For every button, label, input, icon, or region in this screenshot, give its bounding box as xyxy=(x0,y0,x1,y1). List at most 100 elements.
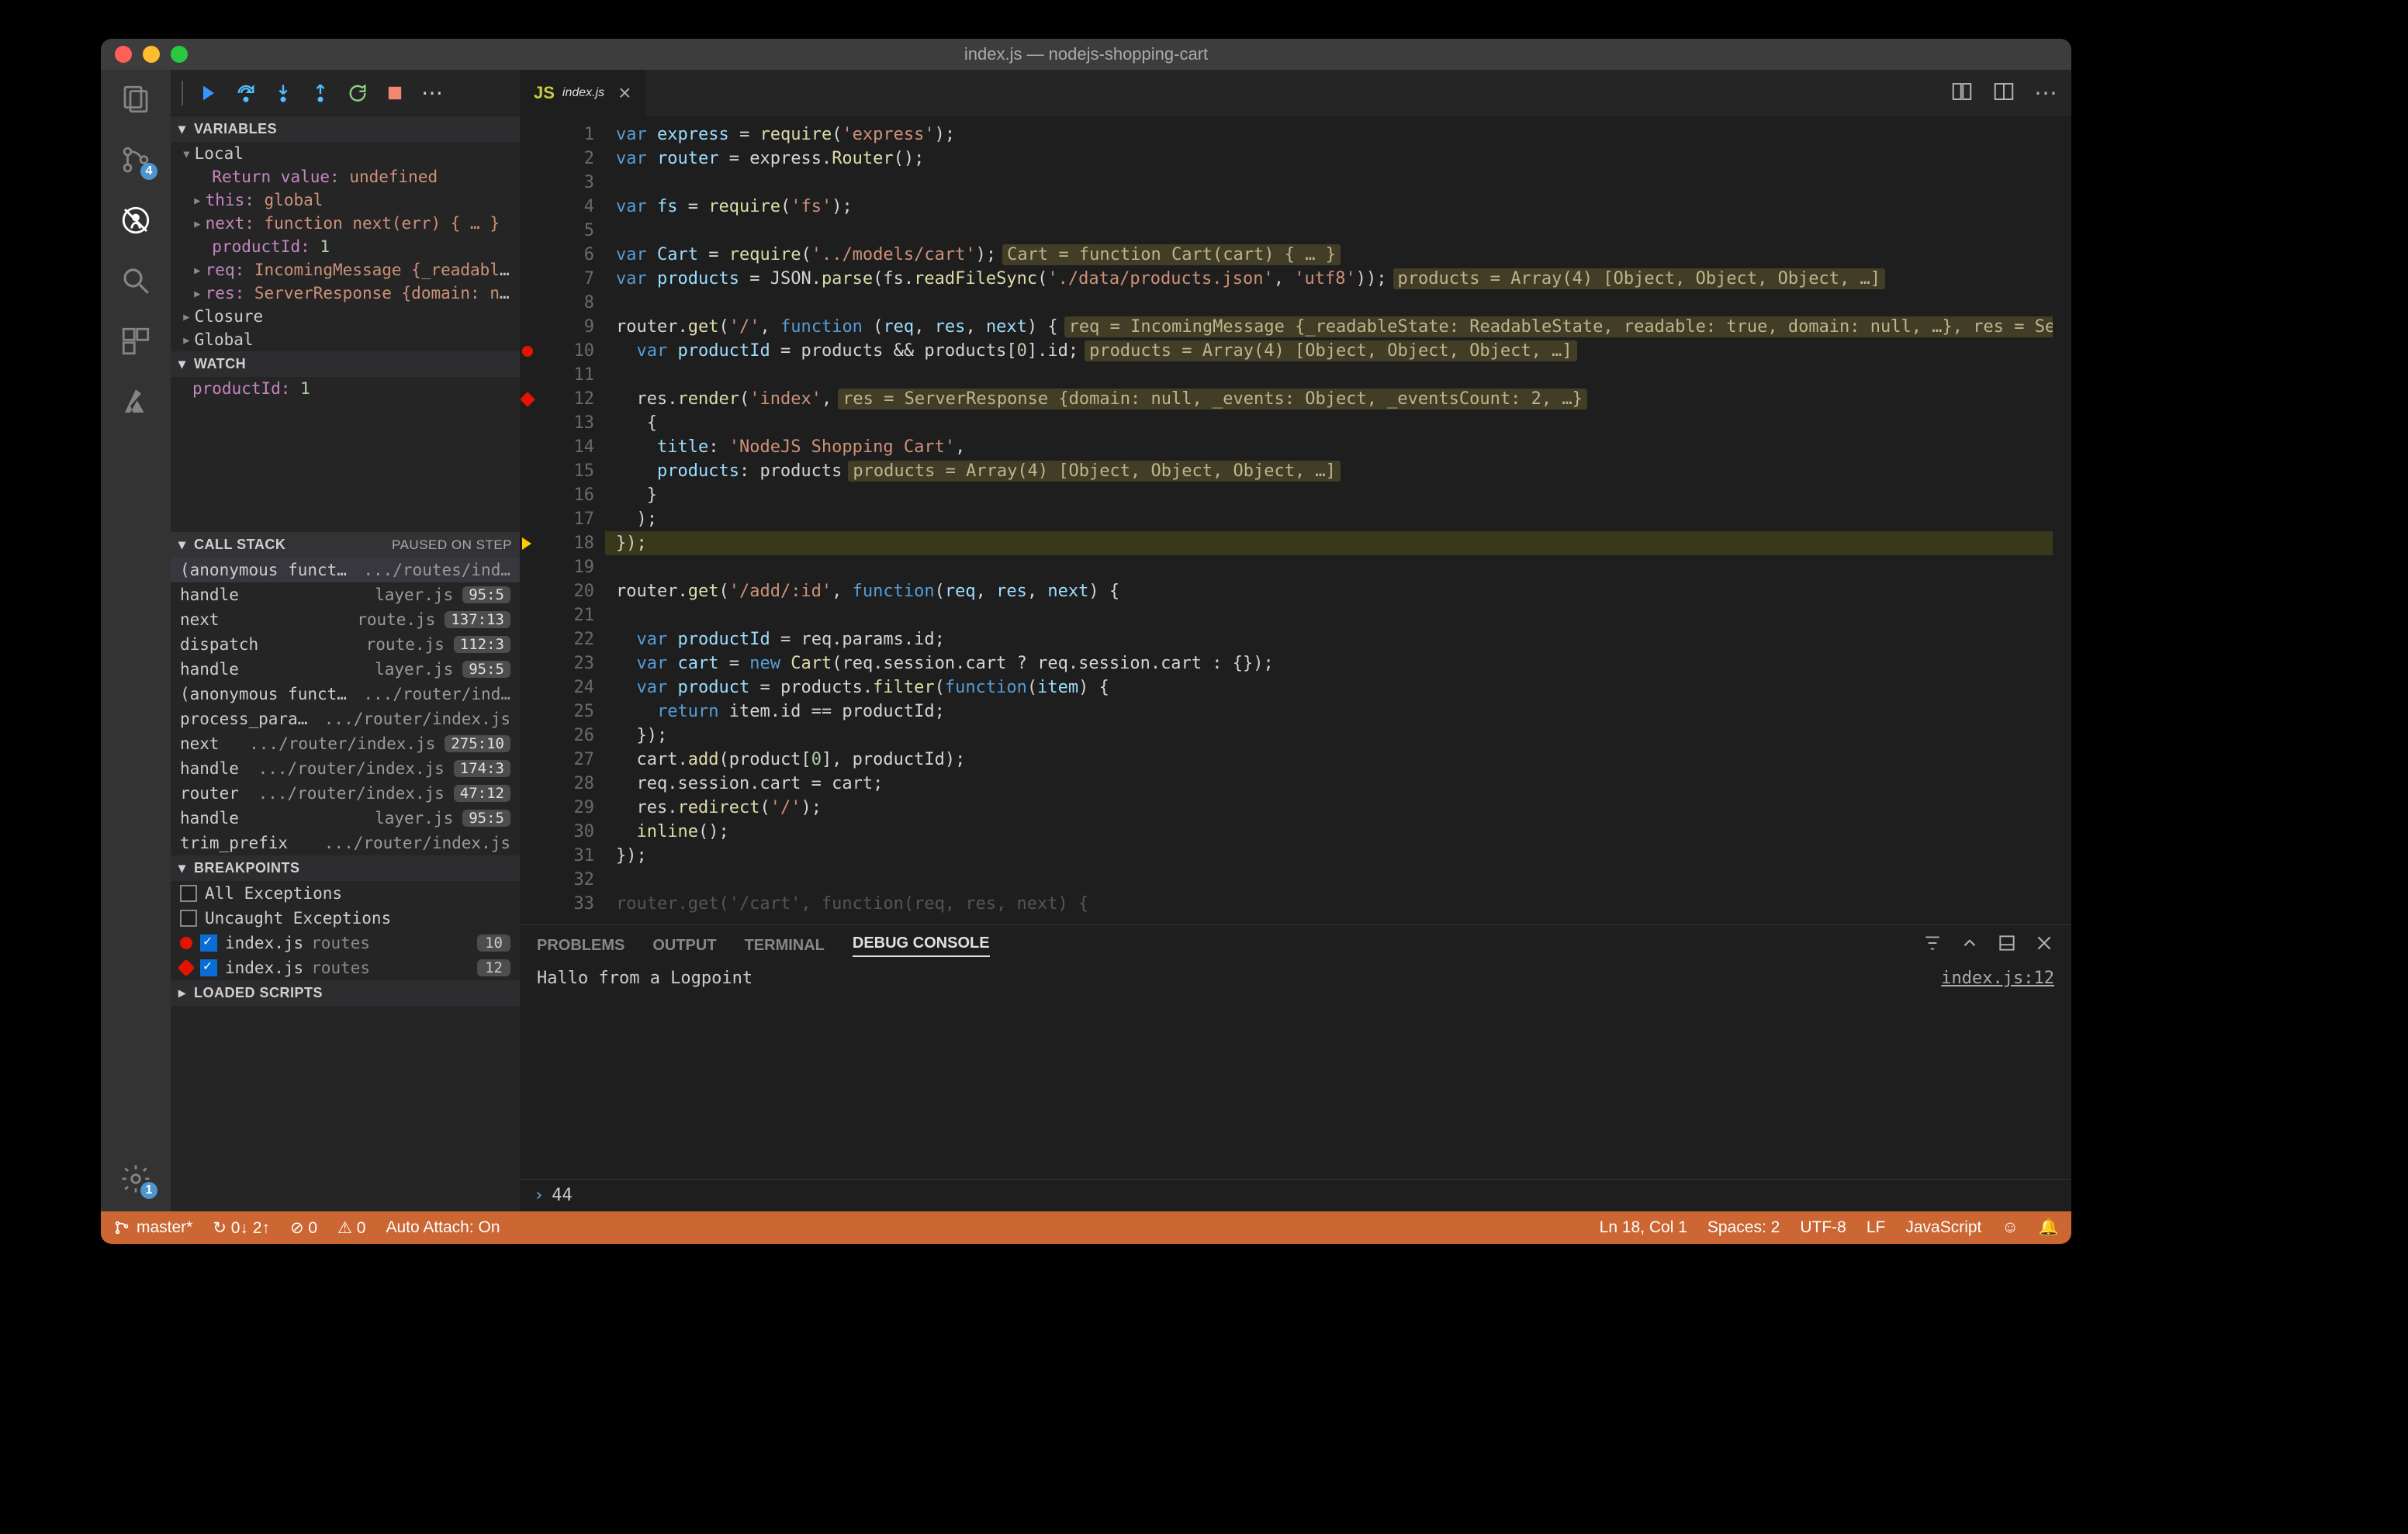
vscode-window: index.js — nodejs-shopping-cart 4 1 ⋯ xyxy=(101,39,2071,1244)
step-over-button[interactable] xyxy=(234,81,258,105)
stop-button[interactable] xyxy=(383,81,407,105)
checkbox[interactable] xyxy=(200,959,217,976)
glyph-margin[interactable] xyxy=(520,116,535,924)
checkbox[interactable] xyxy=(180,910,197,927)
variable-row[interactable]: Return value: undefined xyxy=(171,165,520,188)
watch-header[interactable]: ▾WATCH xyxy=(171,351,520,377)
panel-tab-terminal[interactable]: TERMINAL xyxy=(745,937,825,955)
panel-tab-debug-console[interactable]: DEBUG CONSOLE xyxy=(853,935,990,957)
chevron-up-icon[interactable] xyxy=(1960,933,1980,958)
watch-row[interactable]: productId: 1 xyxy=(171,377,520,400)
callstack-frame[interactable]: router.../router/index.js47:12 xyxy=(171,781,520,806)
callstack-header[interactable]: ▾CALL STACKPAUSED ON STEP xyxy=(171,532,520,558)
variable-row[interactable]: ▸req: IncomingMessage {_readableSt… xyxy=(171,258,520,282)
loaded-scripts-header[interactable]: ▸LOADED SCRIPTS xyxy=(171,980,520,1006)
debug-icon[interactable] xyxy=(119,203,153,237)
scope-global[interactable]: ▸Global xyxy=(171,328,520,351)
caret-down-icon: ▾ xyxy=(178,860,189,876)
checkbox[interactable] xyxy=(200,935,217,952)
callstack-frame[interactable]: (anonymous function).../router/ind… xyxy=(171,682,520,707)
search-icon[interactable] xyxy=(119,264,153,298)
console-location[interactable]: index.js:12 xyxy=(1941,969,2054,1176)
variables-body: ▾Local Return value: undefined▸this: glo… xyxy=(171,142,520,351)
callstack-frame[interactable]: handlelayer.js95:5 xyxy=(171,582,520,607)
debug-toolbar: ⋯ xyxy=(171,70,520,116)
checkbox[interactable] xyxy=(180,885,197,902)
editor[interactable]: 1234567891011121314151617181920212223242… xyxy=(520,116,2071,924)
panel-tab-problems[interactable]: PROBLEMS xyxy=(537,937,624,955)
azure-icon[interactable] xyxy=(119,385,153,419)
callstack-frame[interactable]: trim_prefix.../router/index.js xyxy=(171,831,520,855)
tab-bar: JS index.js × ⋯ xyxy=(520,70,2071,116)
scm-badge: 4 xyxy=(140,163,157,180)
status-cursor-pos[interactable]: Ln 18, Col 1 xyxy=(1600,1218,1687,1237)
step-into-button[interactable] xyxy=(272,81,295,105)
git-branch[interactable]: master* xyxy=(113,1218,192,1237)
callstack-frame[interactable]: next.../router/index.js275:10 xyxy=(171,731,520,756)
explorer-icon[interactable] xyxy=(119,82,153,116)
status-spaces[interactable]: Spaces: 2 xyxy=(1707,1218,1780,1237)
variable-row[interactable]: ▸this: global xyxy=(171,188,520,212)
variable-row[interactable]: ▸res: ServerResponse {domain: null… xyxy=(171,282,520,305)
status-notifications-icon[interactable]: 🔔 xyxy=(2039,1218,2059,1237)
more-debug-actions[interactable]: ⋯ xyxy=(420,81,444,105)
code-content[interactable]: var express = require('express');var rou… xyxy=(605,116,2071,924)
maximize-panel-icon[interactable] xyxy=(1997,933,2017,958)
tab-index-js[interactable]: JS index.js × xyxy=(520,70,645,116)
status-auto-attach[interactable]: Auto Attach: On xyxy=(386,1218,500,1237)
minimap[interactable] xyxy=(2053,116,2071,924)
bp-uncaught-exceptions[interactable]: Uncaught Exceptions xyxy=(171,906,520,931)
callstack-frame[interactable]: process_params.../router/index.js xyxy=(171,707,520,731)
breakpoint-item[interactable]: index.js routes10 xyxy=(171,931,520,955)
close-panel-icon[interactable] xyxy=(2034,933,2054,958)
status-eol[interactable]: LF xyxy=(1867,1218,1886,1237)
status-warnings[interactable]: ⚠ 0 xyxy=(337,1218,365,1238)
step-out-button[interactable] xyxy=(309,81,332,105)
status-language[interactable]: JavaScript xyxy=(1905,1218,1981,1237)
window-title: index.js — nodejs-shopping-cart xyxy=(101,44,2071,64)
tab-actions: ⋯ xyxy=(1950,70,2071,116)
settings-icon[interactable]: 1 xyxy=(119,1162,153,1196)
close-window[interactable] xyxy=(115,46,132,63)
continue-button[interactable] xyxy=(197,81,220,105)
compare-changes-icon[interactable] xyxy=(1950,80,1974,107)
variable-row[interactable]: ▸next: function next(err) { … } xyxy=(171,212,520,235)
extensions-icon[interactable] xyxy=(119,324,153,358)
callstack-frame[interactable]: dispatchroute.js112:3 xyxy=(171,632,520,657)
status-feedback-icon[interactable]: ☺ xyxy=(2001,1218,2018,1237)
more-actions-icon[interactable]: ⋯ xyxy=(2034,80,2057,107)
variables-header[interactable]: ▾VARIABLES xyxy=(171,116,520,142)
callstack-frame[interactable]: handlelayer.js95:5 xyxy=(171,657,520,682)
tab-close-icon[interactable]: × xyxy=(618,81,631,105)
minimize-window[interactable] xyxy=(143,46,160,63)
line-gutter[interactable]: 1234567891011121314151617181920212223242… xyxy=(535,116,605,924)
debug-sidebar: ⋯ ▾VARIABLES ▾Local Return value: undefi… xyxy=(171,70,520,1211)
debug-console-body[interactable]: Hallo from a Logpoint index.js:12 xyxy=(520,966,2071,1179)
repl-input[interactable] xyxy=(552,1186,769,1205)
callstack-frame[interactable]: nextroute.js137:13 xyxy=(171,607,520,632)
scope-local[interactable]: ▾Local xyxy=(171,142,520,165)
callstack-frame[interactable]: handlelayer.js95:5 xyxy=(171,806,520,831)
breakpoint-icon xyxy=(180,937,192,949)
callstack-frame[interactable]: (anonymous function).../routes/ind… xyxy=(171,558,520,582)
caret-down-icon: ▾ xyxy=(178,356,189,372)
source-control-icon[interactable]: 4 xyxy=(119,143,153,177)
panel-tab-output[interactable]: OUTPUT xyxy=(652,937,716,955)
repl-input-row: › xyxy=(520,1179,2071,1211)
restart-button[interactable] xyxy=(346,81,369,105)
split-editor-icon[interactable] xyxy=(1992,80,2015,107)
bp-all-exceptions[interactable]: All Exceptions xyxy=(171,881,520,906)
title-bar[interactable]: index.js — nodejs-shopping-cart xyxy=(101,39,2071,70)
breakpoint-item[interactable]: index.js routes12 xyxy=(171,955,520,980)
callstack-frame[interactable]: handle.../router/index.js174:3 xyxy=(171,756,520,781)
console-message: Hallo from a Logpoint xyxy=(537,969,1941,1176)
status-encoding[interactable]: UTF-8 xyxy=(1800,1218,1846,1237)
filter-icon[interactable] xyxy=(1922,933,1943,958)
breakpoints-header[interactable]: ▾BREAKPOINTS xyxy=(171,855,520,881)
git-sync[interactable]: ↻ 0↓ 2↑ xyxy=(213,1218,270,1238)
status-errors[interactable]: ⊘ 0 xyxy=(290,1218,317,1238)
scope-closure[interactable]: ▸Closure xyxy=(171,305,520,328)
maximize-window[interactable] xyxy=(171,46,188,63)
variable-row[interactable]: productId: 1 xyxy=(171,235,520,258)
editor-area: JS index.js × ⋯ 123456789101112131415161… xyxy=(520,70,2071,1211)
